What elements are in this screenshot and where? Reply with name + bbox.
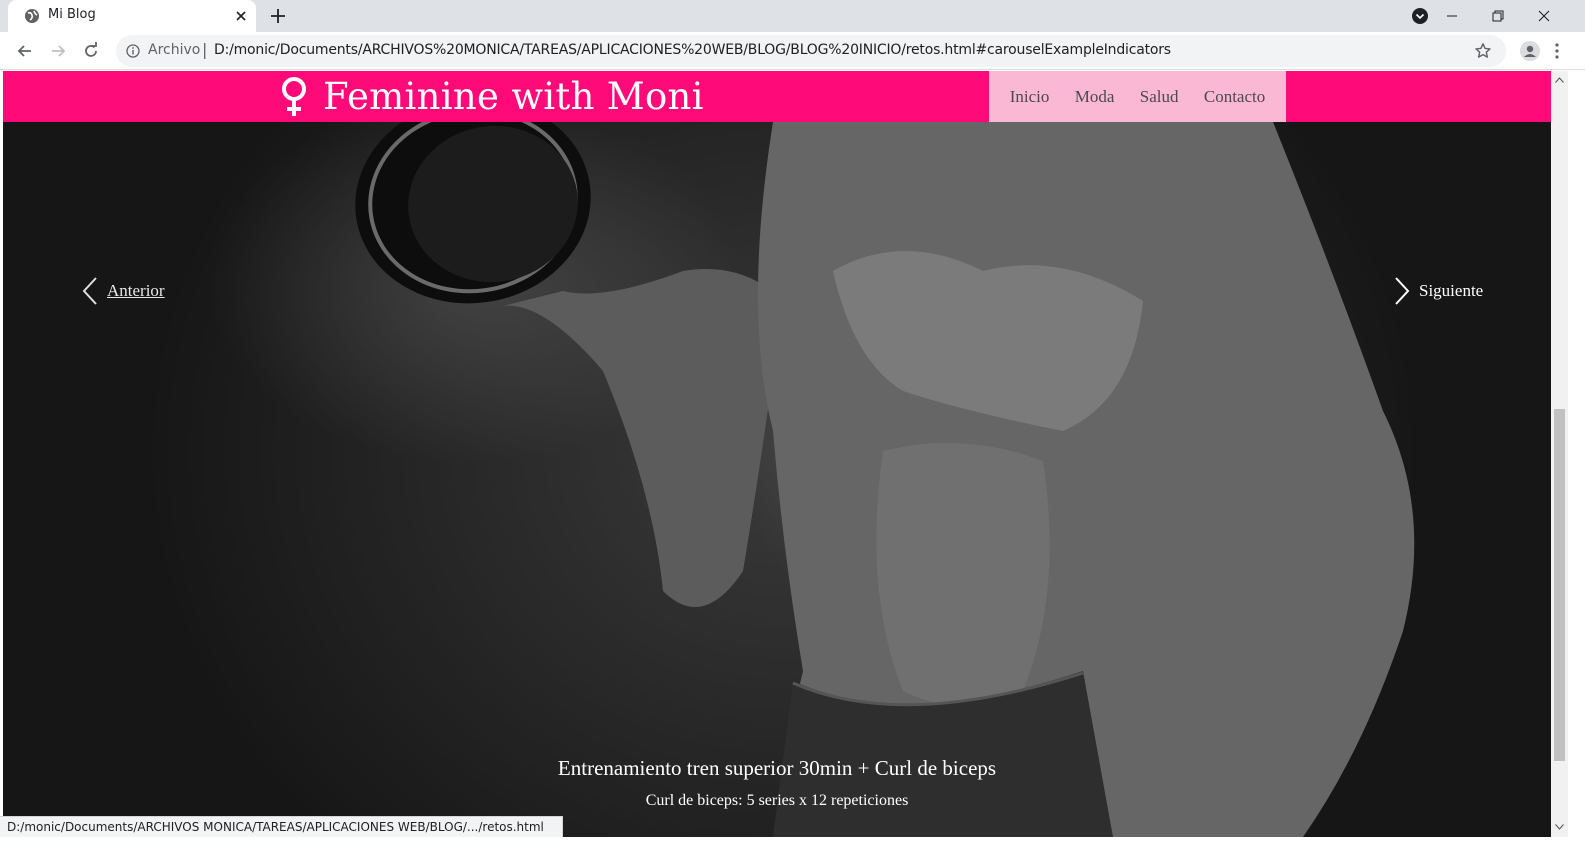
globe-icon (25, 9, 39, 23)
carousel-next-button[interactable]: Siguiente (1393, 276, 1483, 306)
tab-strip: Mi Blog (0, 0, 1585, 32)
restore-icon (1492, 10, 1504, 22)
link-status-bubble: D:/monic/Documents/ARCHIVOS MONICA/TAREA… (0, 816, 563, 838)
scroll-down-icon[interactable] (1555, 824, 1564, 830)
nav-link-salud[interactable]: Salud (1140, 87, 1179, 107)
carousel-caption-text: Curl de biceps: 5 series x 12 repeticion… (645, 792, 909, 809)
chevron-right-icon (1395, 277, 1410, 305)
carousel-slide-image (3, 71, 1551, 837)
browser-tab[interactable]: Mi Blog (8, 0, 256, 32)
forward-icon[interactable] (48, 41, 68, 61)
page-viewport: Feminine with Moni Inicio Moda Salud Con… (3, 71, 1551, 837)
close-window-button[interactable] (1521, 0, 1567, 32)
reload-icon[interactable] (81, 41, 101, 61)
venus-icon (282, 76, 306, 116)
url-text[interactable]: D:/monic/Documents/ARCHIVOS%20MONICA/TAR… (214, 42, 1171, 58)
restore-button[interactable] (1475, 0, 1521, 32)
account-icon[interactable] (1520, 41, 1540, 61)
page-scrollbar[interactable] (1551, 71, 1568, 837)
nav-link-contacto[interactable]: Contacto (1204, 87, 1265, 107)
scrollbar-thumb[interactable] (1554, 409, 1565, 761)
athlete-photo (355, 98, 1415, 837)
tab-search-icon[interactable] (1411, 7, 1429, 25)
carousel-prev-button[interactable]: Anterior (81, 276, 165, 306)
minimize-icon (1447, 15, 1457, 17)
main-nav: Inicio Moda Salud Contacto (989, 71, 1286, 122)
minimize-button[interactable] (1429, 0, 1475, 32)
carousel-next-label: Siguiente (1419, 281, 1484, 300)
nav-link-inicio[interactable]: Inicio (1010, 87, 1050, 107)
close-icon (1538, 10, 1550, 22)
url-separator: | (202, 40, 208, 59)
site-brand[interactable]: Feminine with Moni (279, 71, 704, 122)
carousel-prev-label: Anterior (107, 281, 165, 300)
carousel-caption-title: Entrenamiento tren superior 30min + Curl… (557, 756, 997, 780)
back-icon[interactable] (15, 41, 35, 61)
window-bottom-edge (0, 837, 1585, 851)
site-title: Feminine with Moni (323, 75, 704, 118)
address-bar[interactable]: Archivo | D:/monic/Documents/ARCHIVOS%20… (116, 35, 1506, 67)
site-navbar: Feminine with Moni Inicio Moda Salud Con… (3, 71, 1551, 122)
nav-link-moda[interactable]: Moda (1075, 87, 1115, 107)
tab-title: Mi Blog (48, 7, 96, 22)
scroll-up-icon[interactable] (1555, 77, 1564, 83)
info-icon[interactable] (126, 44, 140, 58)
close-tab-icon[interactable] (232, 7, 250, 25)
url-origin-label: Archivo (148, 42, 201, 58)
chevron-left-icon (82, 277, 97, 305)
bookmark-star-icon[interactable] (1474, 42, 1492, 60)
new-tab-icon[interactable] (268, 6, 288, 26)
kebab-menu-icon[interactable] (1553, 42, 1561, 60)
browser-toolbar: Archivo | D:/monic/Documents/ARCHIVOS%20… (0, 32, 1585, 70)
